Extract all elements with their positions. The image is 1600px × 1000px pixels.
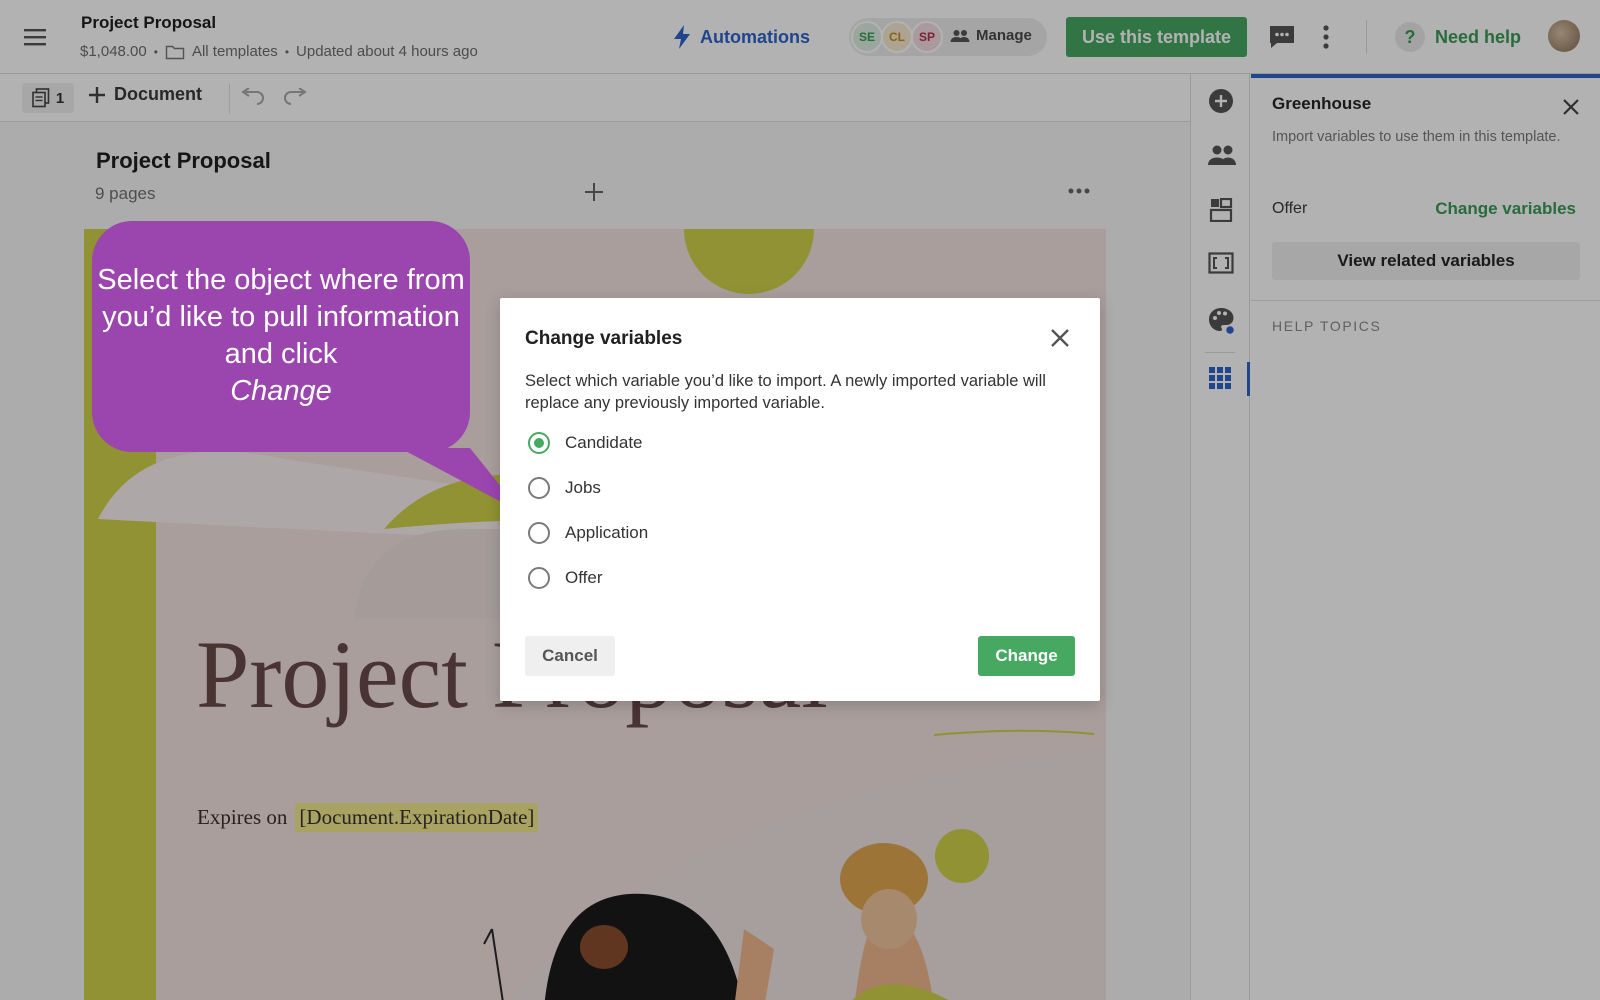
- radio-button[interactable]: [528, 522, 550, 544]
- dialog-title: Change variables: [525, 328, 683, 349]
- option-label: Application: [565, 523, 649, 542]
- dialog-description: Select which variable you’d like to impo…: [525, 372, 1046, 412]
- radio-button[interactable]: [528, 477, 550, 499]
- callout-emphasis: Change: [230, 375, 332, 407]
- option-candidate[interactable]: Candidate: [528, 432, 643, 454]
- cancel-button[interactable]: Cancel: [525, 636, 615, 676]
- radio-button[interactable]: [528, 432, 550, 454]
- option-jobs[interactable]: Jobs: [528, 477, 601, 499]
- close-icon[interactable]: [1050, 328, 1070, 348]
- option-application[interactable]: Application: [528, 522, 648, 544]
- option-label: Offer: [565, 568, 603, 587]
- option-offer[interactable]: Offer: [528, 567, 602, 589]
- change-variables-dialog: Change variables Select which variable y…: [500, 298, 1100, 701]
- change-button[interactable]: Change: [978, 636, 1075, 676]
- callout-text: Select the object where from you’d like …: [92, 262, 470, 410]
- option-label: Candidate: [565, 433, 643, 452]
- option-label: Jobs: [565, 478, 601, 497]
- radio-button[interactable]: [528, 567, 550, 589]
